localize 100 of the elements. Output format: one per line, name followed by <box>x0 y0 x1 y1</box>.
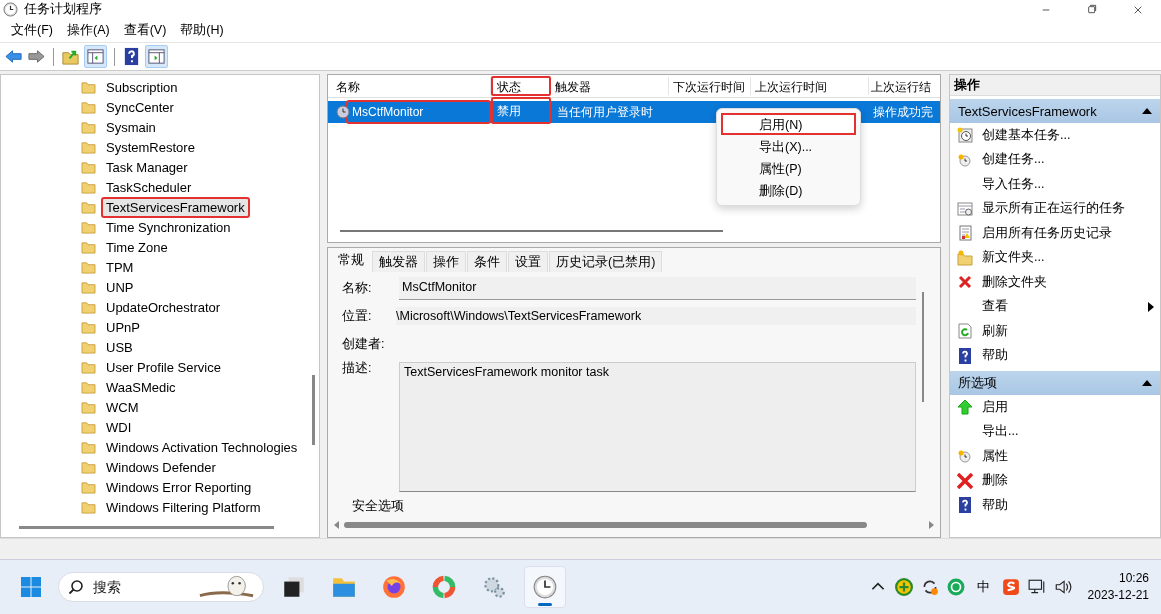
tree-item[interactable]: WDI <box>101 416 137 438</box>
column-header[interactable]: 下次运行时间 <box>669 76 751 96</box>
action-item[interactable]: 删除文件夹 <box>982 273 1047 291</box>
back-icon[interactable] <box>4 47 23 66</box>
action-item[interactable]: 启用所有任务历史记录 <box>982 224 1112 242</box>
tree-item[interactable]: USB <box>101 336 138 358</box>
action-item[interactable]: 创建基本任务... <box>982 126 1071 144</box>
folder-icon <box>81 120 96 134</box>
tab[interactable]: 触发器 <box>372 251 425 272</box>
clock-time[interactable]: 10:26 <box>1118 570 1149 587</box>
action-item[interactable]: 导入任务... <box>982 175 1045 193</box>
pane-toggle-icon[interactable] <box>84 45 107 68</box>
folder-icon <box>81 380 96 394</box>
collapse-icon[interactable] <box>1142 380 1152 386</box>
volume-icon[interactable] <box>1053 578 1072 596</box>
action-item[interactable]: 刷新 <box>982 322 1008 340</box>
tree-item[interactable]: UNP <box>101 276 139 298</box>
tree-item[interactable]: Subscription <box>101 76 183 98</box>
tree-item[interactable]: WCM <box>101 396 144 418</box>
tab[interactable]: 操作 <box>426 251 466 272</box>
tab[interactable]: 条件 <box>467 251 507 272</box>
plus-circle-icon[interactable] <box>894 578 913 596</box>
action-item[interactable]: 显示所有正在运行的任务 <box>982 200 1125 218</box>
refresh-icon <box>957 323 973 340</box>
menu-item[interactable]: 帮助(H) <box>173 21 231 39</box>
action-item[interactable]: 帮助 <box>982 496 1008 514</box>
tab[interactable]: 历史记录(已禁用) <box>549 251 663 272</box>
name-field[interactable]: MsCtfMonitor <box>399 276 916 300</box>
collapse-icon[interactable] <box>1142 108 1152 114</box>
tree-item[interactable]: SyncCenter <box>101 96 179 118</box>
tree-item[interactable]: Sysmain <box>101 116 161 138</box>
list-clock-icon <box>957 200 973 217</box>
tree-item[interactable]: User Profile Service <box>101 356 226 378</box>
menu-item[interactable]: 操作(A) <box>59 21 117 39</box>
tree-item[interactable]: UpdateOrchestrator <box>101 296 226 318</box>
tree-item[interactable]: Time Synchronization <box>101 216 236 238</box>
tree-item[interactable]: UPnP <box>101 316 145 338</box>
input-method-indicator[interactable]: 中 <box>972 578 994 596</box>
folder-icon <box>81 420 96 434</box>
help-icon <box>957 347 973 364</box>
action-item[interactable]: 新文件夹... <box>982 249 1045 267</box>
help-icon <box>957 497 973 514</box>
gears-icon <box>481 574 507 600</box>
folder-icon <box>81 400 96 414</box>
section-header[interactable]: TextServicesFramework <box>950 99 1160 123</box>
action-item[interactable]: 帮助 <box>982 347 1008 365</box>
tree-item[interactable]: Windows Defender <box>101 456 221 478</box>
column-header[interactable]: 触发器 <box>551 76 669 96</box>
scrollbar-thumb[interactable] <box>344 522 867 528</box>
action-item[interactable]: 删除 <box>982 472 1008 490</box>
help-icon[interactable] <box>122 47 141 66</box>
clock-date[interactable]: 2023-12-21 <box>1087 587 1149 604</box>
folder-icon <box>81 260 96 274</box>
pane-toggle-icon[interactable] <box>145 45 168 68</box>
tree-item[interactable]: Windows Error Reporting <box>101 476 257 498</box>
action-item[interactable]: 启用 <box>982 398 1008 416</box>
start-icon[interactable] <box>20 576 42 598</box>
menu-item[interactable]: 导出(X)... <box>721 135 856 157</box>
action-item[interactable]: 属性 <box>982 447 1008 465</box>
menu-item[interactable]: 查看(V) <box>116 21 174 39</box>
clock-icon <box>532 574 558 600</box>
menu-item[interactable]: 启用(N) <box>721 113 856 135</box>
column-header[interactable]: 名称 <box>328 76 491 96</box>
action-item[interactable]: 导出... <box>982 423 1019 441</box>
tree-item[interactable]: Task Manager <box>101 156 193 178</box>
menu-item[interactable]: 删除(D) <box>721 179 856 201</box>
tree-item[interactable]: WaaSMedic <box>101 376 181 398</box>
action-item[interactable]: 查看 <box>982 298 1008 316</box>
menu-item[interactable]: 属性(P) <box>721 157 856 179</box>
description-field[interactable]: TextServicesFramework monitor task <box>399 362 916 492</box>
folder-icon <box>81 480 96 494</box>
tree-item[interactable]: Windows Filtering Platform <box>101 496 266 518</box>
tree-item[interactable]: TaskScheduler <box>101 176 197 198</box>
tree-item[interactable]: TPM <box>101 256 139 278</box>
search-field[interactable]: 搜索 <box>58 572 264 602</box>
network-icon[interactable] <box>1027 578 1046 596</box>
tab[interactable]: 设置 <box>508 251 548 272</box>
app-tray-icon[interactable] <box>946 578 965 596</box>
tree-item[interactable]: TextServicesFramework <box>101 196 250 218</box>
scroll-left-icon[interactable] <box>332 520 340 530</box>
folder-icon <box>81 240 96 254</box>
scrollbar-thumb[interactable] <box>340 230 723 232</box>
section-header[interactable]: 所选项 <box>950 371 1160 395</box>
column-header[interactable]: 上次运行结 <box>869 76 940 96</box>
scrollbar-thumb[interactable] <box>19 526 274 529</box>
up-arrow-icon <box>957 399 973 416</box>
scrollbar-thumb[interactable] <box>922 292 924 402</box>
menu-item[interactable]: 文件(F) <box>4 21 60 39</box>
tree-item[interactable]: SystemRestore <box>101 136 200 158</box>
table-cell: 禁用 <box>491 96 551 124</box>
scrollbar-thumb[interactable] <box>312 375 315 445</box>
folder-icon <box>81 200 96 214</box>
tree-item[interactable]: Time Zone <box>101 236 173 258</box>
tree-item[interactable]: Windows Activation Technologies <box>101 436 303 458</box>
search-icon <box>68 579 84 595</box>
folder-icon <box>81 360 96 374</box>
scroll-right-icon[interactable] <box>928 520 936 530</box>
column-header[interactable]: 上次运行时间 <box>751 76 869 96</box>
column-header[interactable]: 状态 <box>491 76 551 96</box>
action-item[interactable]: 创建任务... <box>982 151 1045 169</box>
